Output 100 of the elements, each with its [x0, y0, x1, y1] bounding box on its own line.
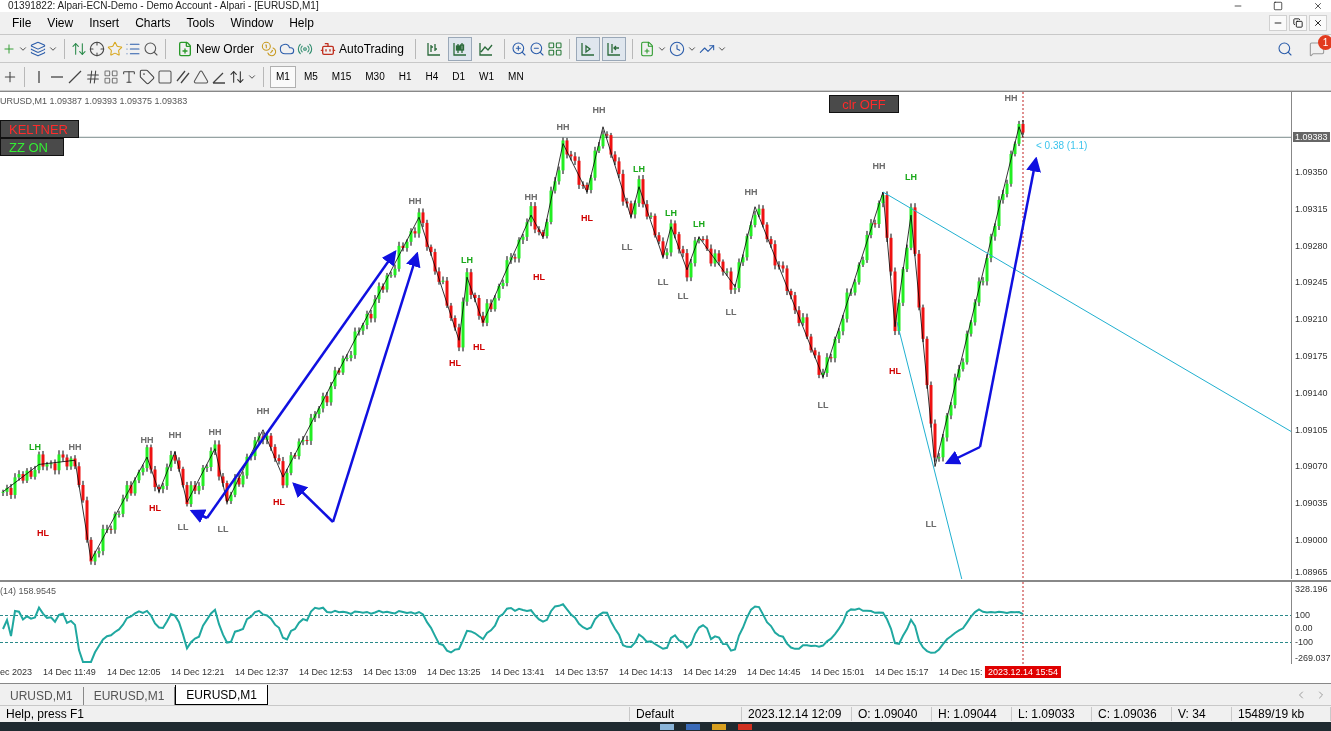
timeframe-button[interactable]: M30 [359, 65, 391, 88]
profit-label: < 0.38 (1.1) [1036, 140, 1088, 151]
zigzag-label: HL [37, 528, 49, 539]
time-axis-label: 14 Dec 13:09 [363, 667, 417, 677]
price-axis-label: 1.09000 [1295, 535, 1328, 545]
chart-tab[interactable]: EURUSD,M1 [175, 685, 269, 705]
status-cell: V: 34 [1172, 707, 1232, 721]
timeframe-button[interactable]: M5 [297, 65, 324, 88]
trend-line-icon[interactable] [67, 68, 83, 85]
zigzag-label: HH [208, 427, 222, 438]
channel-icon[interactable] [175, 68, 191, 85]
price-axis-label: 1.09280 [1295, 240, 1328, 251]
zigzag-label: HH [140, 434, 154, 445]
time-axis-label: 14 Dec 11:49 [43, 667, 96, 677]
triangle-icon[interactable] [193, 68, 209, 85]
taskbar-app-icon[interactable] [712, 723, 726, 730]
status-cell: H: 1.09044 [932, 707, 1012, 721]
indicator-axis-label: 328.196 [1295, 584, 1328, 594]
zigzag-label: HL [473, 342, 485, 353]
menu-item[interactable]: Tools [178, 16, 223, 30]
price-axis-label: 1.09035 [1295, 498, 1328, 509]
maximize-icon[interactable] [1273, 1, 1283, 11]
price-axis-label: 1.09210 [1295, 314, 1328, 325]
price-axis-label: 1.09350 [1295, 167, 1328, 177]
zigzag-label: HH [592, 105, 606, 116]
time-axis-label: ec 2023 [0, 667, 33, 677]
zigzag-label: LH [665, 208, 677, 219]
price-axis-label: 1.09140 [1295, 387, 1328, 398]
zigzag-label: HH [872, 161, 886, 172]
zoom-in-icon[interactable] [510, 40, 527, 57]
timeframe-button[interactable]: M1 [270, 65, 296, 88]
close-button[interactable] [1309, 15, 1327, 31]
zigzag-label: LL [725, 307, 737, 318]
zigzag-label: HL [889, 366, 901, 377]
status-cell: 2023.12.14 12:09 [742, 707, 852, 721]
taskbar-app-icon[interactable] [686, 723, 700, 730]
autotrading-button[interactable]: AutoTrading [315, 36, 409, 61]
search-icon[interactable] [1277, 40, 1293, 57]
text-label-icon[interactable] [139, 68, 155, 85]
crosshair-icon[interactable] [89, 40, 105, 57]
zigzag-label: HH [556, 122, 570, 133]
chart-header: URUSD,M1 1.09387 1.09393 1.09375 1.09383 [0, 96, 188, 106]
text-tool-icon[interactable] [121, 68, 137, 85]
price-axis-label: 1.09105 [1295, 424, 1328, 435]
indicator-axis-label: -100 [1295, 637, 1313, 647]
restore-button[interactable] [1289, 15, 1307, 31]
tile-windows-icon[interactable] [546, 40, 563, 57]
timeframe-button[interactable]: D1 [446, 65, 472, 88]
price-axis-label: 1.09245 [1295, 277, 1328, 288]
zigzag-label: LL [925, 518, 937, 529]
menu-item[interactable]: Window [222, 16, 282, 30]
chart-tab[interactable]: URUSD,M1 [0, 687, 84, 705]
zigzag-label: HH [256, 406, 270, 417]
clock-icon[interactable] [668, 40, 685, 57]
restore-icon [1293, 18, 1303, 28]
fibonacci-icon[interactable] [85, 68, 101, 85]
time-axis-label: 14 Dec 12:53 [299, 667, 353, 677]
time-axis-label: 14 Dec 15:17 [875, 667, 929, 677]
status-cell: 15489/19 kb [1232, 707, 1331, 721]
robot-icon [320, 40, 336, 57]
zigzag-label: LH [461, 254, 473, 265]
cursor-time-label: 2023.12.14 15:54 [984, 666, 1062, 678]
indicator-axis-label: 100 [1295, 610, 1311, 620]
window-title: 01391822: Alpari-ECN-Demo - Demo Account - Alpari - [EURUSD,M1] [8, 0, 319, 12]
zigzag-label: HH [408, 195, 422, 206]
taskbar-app-icon[interactable] [660, 723, 674, 730]
zigzag-label: LH [693, 219, 705, 229]
time-axis-label: 14 Dec 15: [939, 667, 983, 677]
taskbar-app-icon[interactable] [738, 723, 752, 730]
menu-item[interactable]: Insert [81, 16, 128, 30]
new-order-button[interactable]: New Order [172, 36, 259, 61]
menu-item[interactable]: View [39, 16, 82, 30]
timeframe-button[interactable]: MN [502, 65, 530, 88]
timeframe-button[interactable]: H1 [392, 65, 418, 88]
menu-item[interactable]: File [4, 16, 40, 30]
indicator-axis-label: -269.037 [1295, 653, 1331, 663]
zigzag-label: HH [1004, 92, 1018, 103]
indicator-axis-label: 0.00 [1295, 623, 1313, 633]
zigzag-label: HL [449, 357, 461, 368]
timeframe-button[interactable]: H4 [419, 65, 445, 88]
indicator-toggle-button[interactable]: ZZ ON [0, 138, 64, 156]
menu-item[interactable]: Help [281, 16, 322, 30]
zigzag-label: LL [817, 399, 829, 410]
zigzag-label: LL [677, 290, 689, 301]
zigzag-label: HL [149, 503, 161, 513]
close-icon[interactable] [1313, 1, 1323, 11]
price-axis-label: 1.09175 [1295, 351, 1328, 361]
zigzag-label: HL [581, 212, 593, 223]
chat-icon[interactable] [1309, 40, 1325, 57]
timeframe-button[interactable]: M15 [325, 65, 358, 88]
arrows-icon[interactable] [229, 68, 245, 85]
status-cell: Help, press F1 [0, 707, 630, 721]
menu-item[interactable]: Charts [127, 16, 179, 30]
close-icon [1313, 18, 1323, 28]
zigzag-label: LH [633, 164, 645, 175]
zigzag-label: LL [177, 521, 189, 532]
timeframe-button[interactable]: W1 [473, 65, 501, 88]
zigzag-label: HH [744, 187, 758, 198]
zoom-out-icon[interactable] [528, 40, 545, 57]
zigzag-label: HH [68, 442, 82, 452]
